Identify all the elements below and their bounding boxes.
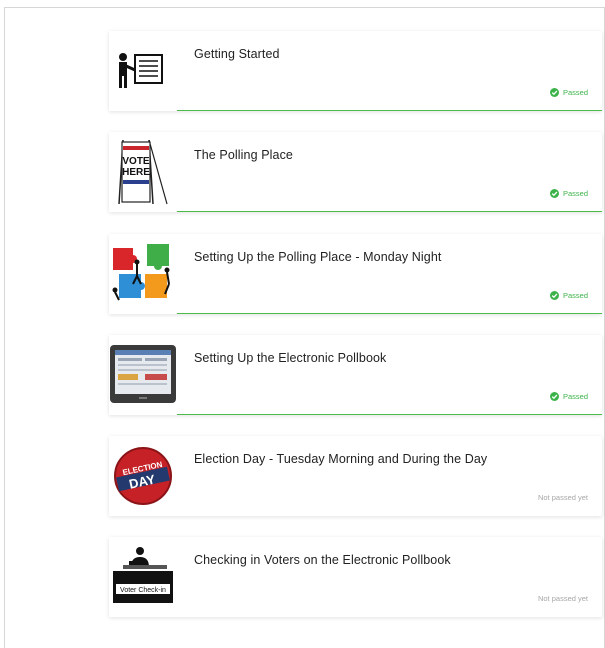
lesson-title: The Polling Place [194,148,293,162]
status-label: Passed [562,88,588,97]
lesson-card-getting-started[interactable]: Getting Started Passed [109,31,602,111]
check-circle-icon [549,291,559,300]
lesson-title: Setting Up the Polling Place - Monday Ni… [194,250,442,264]
svg-text:HERE: HERE [122,167,150,178]
status-label: Not passed yet [537,594,588,603]
voter-check-in-icon: Voter Check-in [109,537,177,617]
check-circle-icon [549,392,559,401]
status-label: Not passed yet [537,493,588,502]
vote-here-sign-icon: VOTE HERE [109,132,177,212]
status-badge: Not passed yet [538,493,588,502]
status-badge: Passed [549,88,588,97]
progress-line [177,110,602,111]
progress-line [177,211,602,212]
lesson-list-panel: Getting Started Passed VOTE HERE The Pol… [4,7,605,648]
check-circle-icon [549,88,559,97]
svg-text:VOTE: VOTE [122,156,150,167]
progress-line [177,414,602,415]
status-label: Passed [562,392,588,401]
lesson-card-checking-in-voters[interactable]: Voter Check-in Checking in Voters on the… [109,537,602,617]
check-circle-icon [549,189,559,198]
status-badge: Passed [549,189,588,198]
svg-text:Voter Check-in: Voter Check-in [120,587,166,594]
status-badge: Passed [549,291,588,300]
lesson-title: Setting Up the Electronic Pollbook [194,351,387,365]
tablet-pollbook-icon [109,335,177,415]
presenter-board-icon [109,31,177,111]
lesson-card-setting-up-monday[interactable]: Setting Up the Polling Place - Monday Ni… [109,234,602,314]
lesson-card-election-day[interactable]: ELECTION DAY Election Day - Tuesday Morn… [109,436,602,516]
status-label: Passed [562,189,588,198]
lesson-title: Election Day - Tuesday Morning and Durin… [194,452,488,466]
lesson-card-electronic-pollbook[interactable]: Setting Up the Electronic Pollbook Passe… [109,335,602,415]
status-badge: Passed [549,392,588,401]
election-day-button-icon: ELECTION DAY [109,436,177,516]
status-label: Passed [562,291,588,300]
status-badge: Not passed yet [538,594,588,603]
lesson-title: Checking in Voters on the Electronic Pol… [194,553,451,567]
lesson-title: Getting Started [194,47,280,61]
lesson-card-polling-place[interactable]: VOTE HERE The Polling Place Passed [109,132,602,212]
progress-line [177,313,602,314]
puzzle-team-icon [109,234,177,314]
